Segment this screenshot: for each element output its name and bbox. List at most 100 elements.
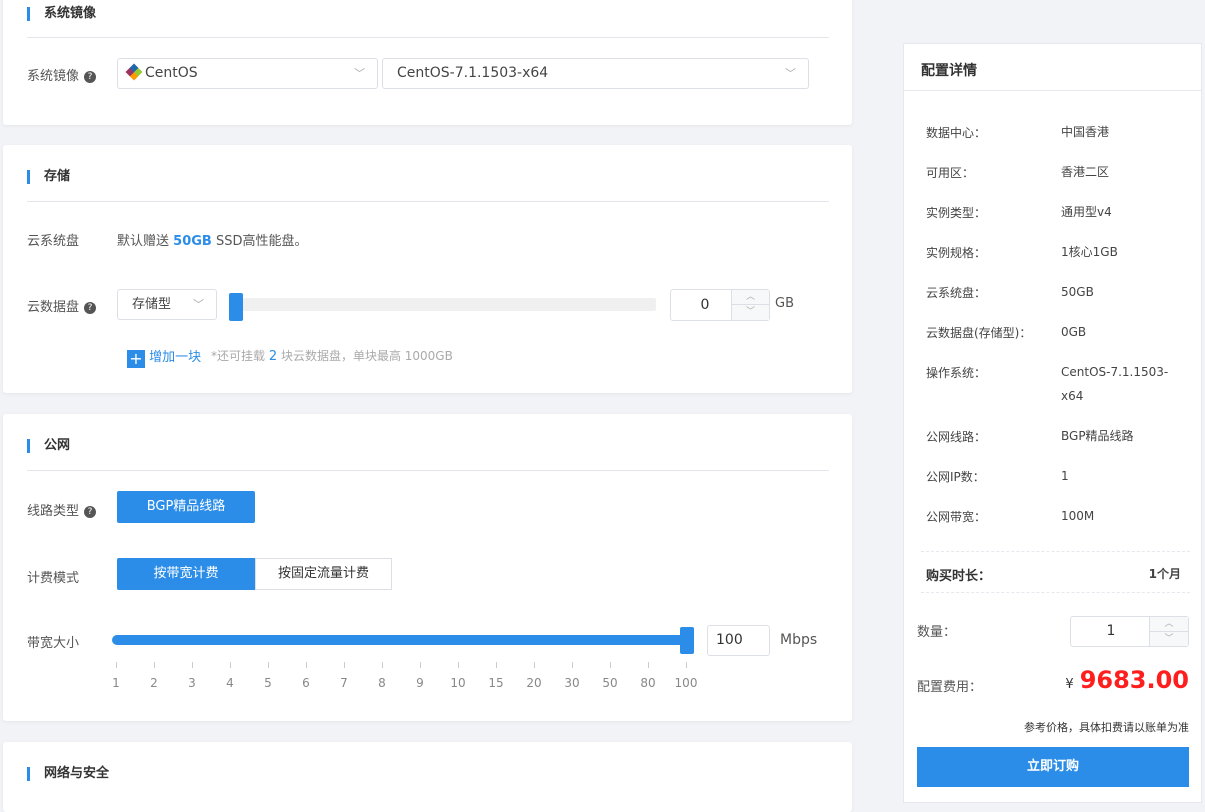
sys-disk-label: 云系统盘	[27, 234, 80, 249]
disk-size-stepper[interactable]: 0 ︿ ﹀	[670, 289, 770, 321]
summary-value: BGP精品线路	[1061, 429, 1134, 443]
remaining-count: 2	[268, 349, 278, 364]
divider	[27, 470, 829, 471]
section-title: 存储	[27, 170, 70, 184]
bandwidth-slider[interactable]	[112, 627, 694, 654]
tick-label[interactable]: 3	[177, 676, 207, 690]
summary-key: 操作系统：	[926, 366, 987, 380]
quantity-stepper[interactable]: 1 ︿ ﹀	[1070, 616, 1189, 647]
disk-type-select[interactable]: 存储型 ﹀	[117, 289, 217, 320]
billing-bandwidth-tab[interactable]: 按带宽计费	[117, 558, 255, 590]
label-text: 系统镜像	[27, 69, 80, 84]
text: 块云数据盘，单块最高 1000GB	[280, 349, 453, 363]
summary-key: 可用区：	[926, 166, 975, 180]
summary-key: 云数据盘(存储型)：	[926, 326, 1032, 340]
tick-label[interactable]: 100	[671, 676, 701, 690]
increment-button[interactable]: ︿	[1150, 617, 1188, 632]
summary-key: 公网带宽：	[926, 510, 987, 524]
config-summary-panel: 配置详情 数据中心： 中国香港 可用区： 香港二区 实例类型： 通用型v4 实例规格： 1核心…	[903, 43, 1202, 803]
tick-label[interactable]: 80	[633, 676, 663, 690]
line-type-bgp-button[interactable]: BGP精品线路	[117, 491, 255, 523]
summary-key: 实例类型：	[926, 206, 987, 220]
system-image-card: 系统镜像 系统镜像? CentOS ﹀ CentOS-7.1.1503-x64 …	[3, 0, 852, 125]
divider	[921, 551, 1190, 552]
panel-title: 配置详情	[921, 63, 977, 79]
tick-label[interactable]: 50	[595, 676, 625, 690]
os-select[interactable]: CentOS ﹀	[117, 58, 378, 89]
tick-label[interactable]: 6	[291, 676, 321, 690]
tick-label[interactable]: 4	[215, 676, 245, 690]
help-icon[interactable]: ?	[84, 302, 97, 314]
tick-label[interactable]: 5	[253, 676, 283, 690]
divider	[27, 37, 829, 38]
section-title: 公网	[27, 439, 70, 453]
tick-mark	[230, 662, 231, 668]
tick-label[interactable]: 9	[405, 676, 435, 690]
summary-value: 100M	[1061, 509, 1095, 523]
network-security-card: 网络与安全	[3, 742, 852, 812]
disk-type-value: 存储型	[132, 297, 172, 312]
help-icon[interactable]: ?	[84, 71, 97, 83]
summary-value: 中国香港	[1061, 125, 1110, 139]
duration-value: 1个月	[1148, 567, 1181, 581]
plus-icon: +	[127, 350, 145, 368]
version-select[interactable]: CentOS-7.1.1503-x64 ﹀	[382, 58, 809, 89]
tick-mark	[306, 662, 307, 668]
decrement-button[interactable]: ﹀	[1150, 632, 1188, 646]
duration-label: 购买时长：	[926, 569, 992, 584]
stepper-buttons: ︿ ﹀	[731, 290, 769, 320]
tick-mark	[496, 662, 497, 668]
text: *还可挂载	[211, 349, 266, 363]
summary-value: 1	[1061, 469, 1069, 483]
chevron-down-icon: ﹀	[785, 67, 796, 80]
add-disk-button[interactable]: + 增加一块	[127, 346, 201, 368]
os-value: CentOS	[145, 65, 198, 81]
tick-label[interactable]: 20	[519, 676, 549, 690]
summary-value: 香港二区	[1061, 165, 1110, 179]
unit-label: GB	[775, 296, 794, 311]
summary-value: 50GB	[1061, 285, 1094, 299]
summary-key: 公网IP数：	[926, 470, 985, 484]
text: 默认赠送	[117, 234, 170, 249]
increment-button[interactable]: ︿	[732, 290, 769, 305]
tick-label[interactable]: 10	[443, 676, 473, 690]
bandwidth-ticks: 1 2 3 4 5 6 7 8 9 10 15 20 30 50 80 100	[112, 662, 697, 692]
billing-label: 计费模式	[27, 571, 80, 586]
tick-mark	[610, 662, 611, 668]
tick-mark	[154, 662, 155, 668]
currency-symbol: ¥	[1065, 677, 1074, 692]
quantity-value: 1	[1106, 623, 1116, 639]
tick-mark	[268, 662, 269, 668]
section-title: 系统镜像	[27, 7, 96, 21]
tick-mark	[382, 662, 383, 668]
tick-mark	[572, 662, 573, 668]
disk-size-slider[interactable]	[229, 293, 656, 321]
billing-traffic-tab[interactable]: 按固定流量计费	[255, 558, 392, 590]
tick-mark	[534, 662, 535, 668]
decrement-button[interactable]: ﹀	[732, 305, 769, 320]
tick-label[interactable]: 7	[329, 676, 359, 690]
order-now-button[interactable]: 立即订购	[917, 747, 1189, 787]
tick-mark	[458, 662, 459, 668]
slider-handle[interactable]	[680, 627, 694, 654]
tick-label[interactable]: 1	[101, 676, 131, 690]
disk-hint: *还可挂载 2 块云数据盘，单块最高 1000GB	[211, 347, 453, 364]
tick-label[interactable]: 2	[139, 676, 169, 690]
chevron-down-icon: ﹀	[193, 298, 204, 311]
text: SSD高性能盘。	[215, 234, 308, 249]
storage-card: 存储 云系统盘 默认赠送 50GB SSD高性能盘。 云数据盘? 存储型 ﹀ 0…	[3, 145, 852, 393]
bandwidth-input[interactable]: 100	[707, 625, 770, 656]
help-icon[interactable]: ?	[84, 506, 97, 518]
tick-mark	[344, 662, 345, 668]
slider-handle[interactable]	[229, 293, 243, 321]
tick-label[interactable]: 15	[481, 676, 511, 690]
divider	[921, 592, 1190, 593]
unit-label: Mbps	[780, 632, 818, 648]
centos-logo-icon	[125, 63, 143, 81]
section-title: 网络与安全	[27, 767, 109, 781]
summary-value: 通用型v4	[1061, 205, 1112, 219]
price-value: 9683.00	[1079, 666, 1189, 694]
tick-label[interactable]: 30	[557, 676, 587, 690]
summary-key: 数据中心：	[926, 126, 987, 140]
tick-label[interactable]: 8	[367, 676, 397, 690]
